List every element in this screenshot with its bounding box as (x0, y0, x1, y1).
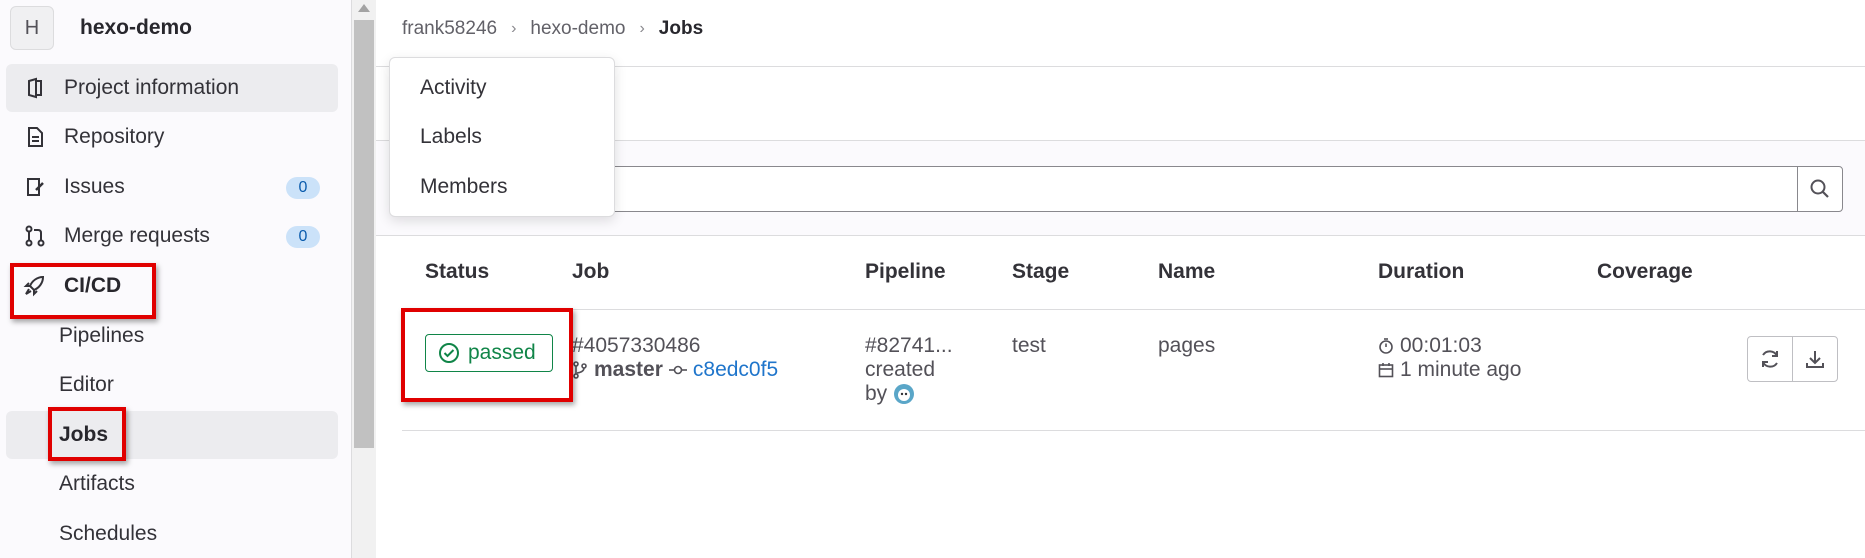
job-ref: master c8edc0f5 (572, 358, 778, 382)
column-header-status: Status (425, 260, 490, 283)
sidebar-subitem-label: Editor (59, 373, 114, 396)
column-header-duration: Duration (1378, 260, 1465, 283)
sidebar-subitem-schedules[interactable]: Schedules (6, 510, 338, 558)
sidebar-item-issues[interactable]: Issues 0 (6, 163, 338, 211)
finished-value: 1 minute ago (1400, 358, 1522, 381)
breadcrumb-project[interactable]: hexo-demo (530, 18, 625, 40)
project-info-icon (22, 75, 48, 101)
sidebar-item-repository[interactable]: Repository (6, 113, 338, 161)
highlight-box-cicd (10, 263, 156, 319)
divider (376, 235, 1865, 236)
sidebar-subitem-editor[interactable]: Editor (6, 361, 338, 409)
dropdown-item-activity[interactable]: Activity (420, 76, 487, 100)
column-header-stage: Stage (1012, 260, 1070, 283)
sidebar-subitem-label: Artifacts (59, 472, 135, 495)
chevron-right-icon: › (639, 20, 645, 37)
sidebar-subitem-artifacts[interactable]: Artifacts (6, 460, 338, 508)
sidebar-item-merge-requests[interactable]: Merge requests 0 (6, 212, 338, 260)
stage-value: test (1012, 334, 1046, 357)
document-icon (22, 124, 48, 150)
dropdown-item-labels[interactable]: Labels (420, 125, 482, 149)
retry-icon (1762, 350, 1778, 368)
project-header[interactable]: H hexo-demo (10, 6, 192, 50)
pipeline-created-by: by (865, 382, 915, 406)
breadcrumb: frank58246 › hexo-demo › Jobs (402, 18, 703, 40)
sidebar-item-label: Project information (64, 76, 240, 99)
merge-request-icon (22, 223, 48, 249)
sidebar-item-label: Repository (64, 125, 165, 148)
pipeline-created: created (865, 358, 936, 381)
sidebar-subitem-pipelines[interactable]: Pipelines (6, 312, 338, 360)
column-header-coverage: Coverage (1597, 260, 1693, 283)
sidebar-item-label: Issues (64, 175, 125, 198)
job-id-link[interactable]: #4057330486 (572, 334, 700, 358)
sidebar-subitem-label: Pipelines (59, 324, 145, 347)
sidebar-scrollbar[interactable] (352, 0, 376, 558)
column-header-name: Name (1158, 260, 1216, 283)
user-avatar[interactable] (893, 383, 915, 405)
divider (402, 309, 1865, 310)
job-name: pages (1158, 334, 1216, 357)
scroll-up-arrow-icon[interactable] (358, 4, 370, 12)
duration-value: 00:01:03 (1400, 334, 1482, 357)
issues-count-badge: 0 (286, 177, 320, 199)
sidebar-item-label: Merge requests (64, 224, 210, 247)
pipeline-link[interactable]: #82741... (865, 334, 953, 358)
branch-icon (573, 361, 587, 379)
sidebar-subitem-label: Schedules (59, 522, 158, 545)
branch-link[interactable]: master (594, 358, 663, 382)
highlight-box-jobs (48, 407, 126, 461)
sidebar-item-project-information[interactable]: Project information (6, 64, 338, 112)
divider (402, 430, 1865, 431)
column-header-job: Job (572, 260, 610, 283)
project-information-dropdown: Activity Labels Members (389, 57, 615, 217)
search-icon (1810, 179, 1829, 198)
issues-icon (22, 174, 48, 200)
search-button[interactable] (1797, 166, 1843, 212)
project-name[interactable]: hexo-demo (80, 16, 192, 40)
scrollbar-thumb[interactable] (354, 20, 374, 448)
column-header-pipeline: Pipeline (865, 260, 946, 283)
commit-icon (668, 365, 687, 375)
highlight-box-status (401, 308, 573, 402)
timer-icon (1379, 338, 1393, 354)
project-avatar: H (10, 6, 54, 50)
chevron-right-icon: › (511, 20, 517, 37)
download-icon (1806, 351, 1824, 368)
calendar-icon (1378, 363, 1394, 378)
download-artifacts-button[interactable] (1792, 336, 1838, 382)
commit-link[interactable]: c8edc0f5 (693, 358, 778, 382)
breadcrumb-owner[interactable]: frank58246 (402, 18, 497, 40)
retry-button[interactable] (1747, 336, 1793, 382)
duration: 00:01:03 (1378, 334, 1482, 358)
filter-search-input[interactable] (474, 166, 1798, 212)
finished-time: 1 minute ago (1378, 358, 1521, 382)
pipeline-by-label: by (865, 382, 888, 405)
dropdown-item-members[interactable]: Members (420, 175, 508, 199)
merge-requests-count-badge: 0 (286, 226, 320, 248)
breadcrumb-current[interactable]: Jobs (659, 18, 703, 40)
